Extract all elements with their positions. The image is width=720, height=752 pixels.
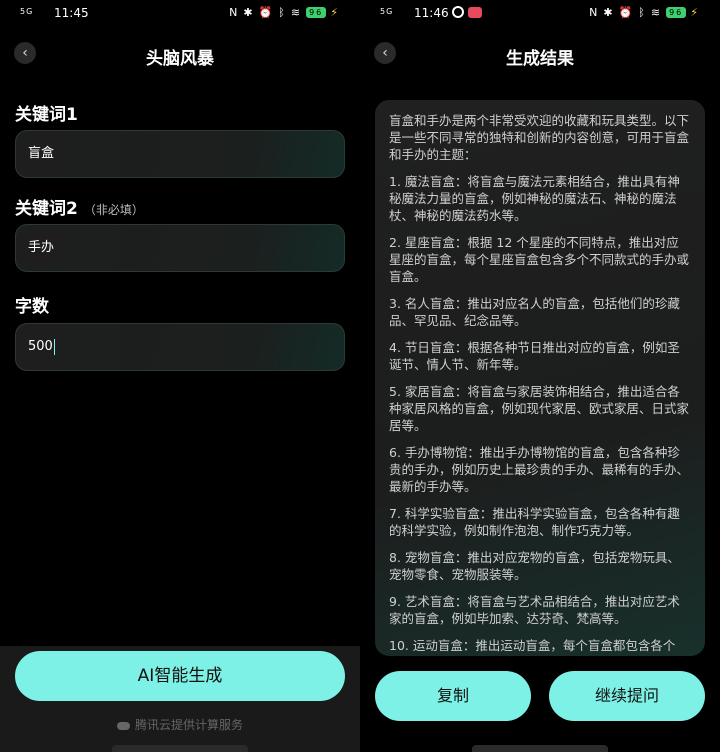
mute-icon: ✱: [603, 6, 615, 19]
signal-indicator: 5G: [380, 7, 394, 16]
home-indicator[interactable]: [472, 745, 608, 752]
word-count-input[interactable]: 500: [15, 323, 345, 371]
keyword2-label-text: 关键词2: [15, 199, 78, 219]
status-bar: 5G 11:45 N ✱ ⏰ ᛒ ≋ 96 ⚡: [0, 0, 360, 26]
nfc-icon: N: [589, 6, 600, 19]
wifi-icon: ≋: [290, 6, 303, 19]
keyword2-input[interactable]: 手办: [15, 224, 345, 272]
result-text: 盲盒和手办是两个非常受欢迎的收藏和玩具类型。以下是一些不同寻常的独特和创新的内容…: [389, 112, 691, 654]
charging-icon: ⚡: [690, 6, 700, 19]
status-time: 11:45: [54, 6, 89, 20]
status-bar: 5G 11:46 N ✱ ⏰ ᛒ ≋ 96 ⚡: [360, 0, 720, 26]
result-paragraph: 9. 艺术盲盒：将盲盒与艺术品相结合，推出对应艺术家的盲盒，例如毕加索、达芬奇、…: [389, 594, 680, 626]
alarm-icon: ⏰: [618, 6, 635, 19]
keyword1-label-text: 关键词1: [15, 105, 78, 125]
optional-hint: （非必填）: [83, 203, 144, 217]
copy-button[interactable]: 复制: [375, 671, 531, 721]
battery-level: 96: [306, 7, 327, 18]
result-text-box[interactable]: 盲盒和手办是两个非常受欢迎的收藏和玩具类型。以下是一些不同寻常的独特和创新的内容…: [375, 100, 705, 656]
result-paragraph: 5. 家居盲盒：将盲盒与家居装饰相结合，推出适合各种家居风格的盲盒，例如现代家居…: [389, 384, 690, 433]
result-paragraph: 7. 科学实验盲盒：推出科学实验盲盒，包含各种有趣的科学实验，例如制作泡泡、制作…: [389, 506, 680, 538]
result-paragraph: 2. 星座盲盒：根据 12 个星座的不同特点，推出对应星座的盲盒，每个星座盲盒包…: [389, 235, 690, 284]
keyword1-input[interactable]: 盲盒: [15, 130, 345, 178]
result-paragraph: 3. 名人盲盒：推出对应名人的盲盒，包括他们的珍藏品、罕见品、纪念品等。: [389, 296, 680, 328]
signal-indicator: 5G: [20, 7, 34, 16]
alarm-icon: ⏰: [258, 6, 275, 19]
charging-icon: ⚡: [330, 6, 340, 19]
status-icons: N ✱ ⏰ ᛒ ≋ 96 ⚡: [229, 6, 340, 19]
app-notification-icon: [468, 7, 482, 18]
word-count-label: 字数: [15, 292, 49, 317]
word-count-label-text: 字数: [15, 297, 49, 317]
result-paragraph: 6. 手办博物馆：推出手办博物馆的盲盒，包含各种珍贵的手办，例如历史上最珍贵的手…: [389, 445, 690, 494]
result-paragraph: 1. 魔法盲盒：将盲盒与魔法元素相结合，推出具有神秘魔法力量的盲盒，例如神秘的魔…: [389, 174, 680, 223]
service-footnote: 腾讯云提供计算服务: [0, 716, 360, 733]
notification-icons: [452, 6, 482, 18]
wifi-icon: ≋: [650, 6, 663, 19]
app-notification-icon: [452, 6, 464, 18]
brainstorm-screen: 5G 11:45 N ✱ ⏰ ᛒ ≋ 96 ⚡ ‹ 头脑风暴 关键词1 盲盒 关…: [0, 0, 360, 752]
result-paragraph: 盲盒和手办是两个非常受欢迎的收藏和玩具类型。以下是一些不同寻常的独特和创新的内容…: [389, 113, 690, 162]
bluetooth-icon: ᛒ: [638, 6, 647, 19]
home-indicator[interactable]: [112, 745, 248, 752]
status-time: 11:46: [414, 6, 449, 20]
word-count-value: 500: [28, 339, 53, 354]
text-caret: [53, 338, 55, 355]
nfc-icon: N: [229, 6, 240, 19]
battery-level: 96: [666, 7, 687, 18]
status-icons: N ✱ ⏰ ᛒ ≋ 96 ⚡: [589, 6, 700, 19]
service-footnote-text: 腾讯云提供计算服务: [134, 718, 243, 732]
cloud-icon: [116, 721, 130, 730]
bluetooth-icon: ᛒ: [278, 6, 287, 19]
keyword2-label: 关键词2 （非必填）: [15, 194, 144, 219]
page-title: 生成结果: [506, 49, 574, 69]
ai-generate-button[interactable]: AI智能生成: [15, 651, 345, 701]
keyword1-label: 关键词1: [15, 100, 78, 125]
continue-asking-button[interactable]: 继续提问: [549, 671, 705, 721]
result-paragraph: 4. 节日盲盒：根据各种节日推出对应的盲盒，例如圣诞节、情人节、新年等。: [389, 340, 680, 372]
result-paragraph: 8. 宠物盲盒：推出对应宠物的盲盒，包括宠物玩具、宠物零食、宠物服装等。: [389, 550, 680, 582]
page-title: 头脑风暴: [146, 49, 214, 69]
mute-icon: ✱: [243, 6, 255, 19]
result-paragraph: 10. 运动盲盒：推出运动盲盒，每个盲盒都包含各个: [389, 638, 676, 653]
